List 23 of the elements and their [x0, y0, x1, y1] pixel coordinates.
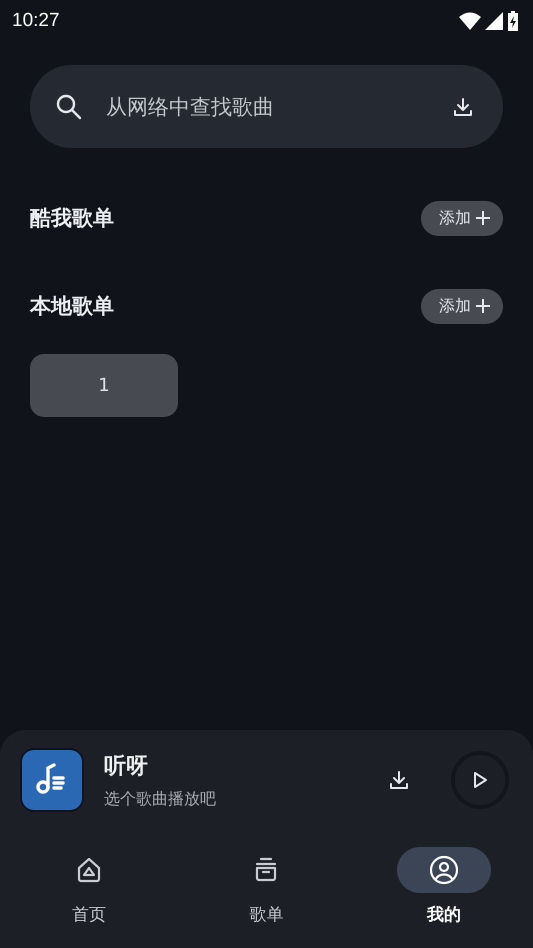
search-field[interactable]: 从网络中查找歌曲: [104, 94, 429, 120]
player-title: 听呀: [104, 752, 149, 780]
signal-icon: [485, 12, 503, 30]
player-subtitle: 选个歌曲播放吧: [104, 788, 217, 810]
nav-tab[interactable]: 歌单: [206, 846, 326, 927]
add-button[interactable]: 添加: [421, 200, 503, 236]
play-icon: [471, 771, 489, 789]
battery-charging-icon: [507, 11, 519, 31]
search-icon: [56, 94, 82, 120]
nav-tab[interactable]: 我的: [384, 846, 504, 927]
wifi-icon: [459, 12, 481, 30]
download-icon: [387, 768, 411, 792]
status-time: 10:27: [12, 10, 60, 32]
nav-tab[interactable]: 首页: [28, 846, 149, 927]
section-title: 酷我歌单: [30, 205, 114, 232]
plus-icon: [475, 210, 491, 226]
download-button[interactable]: [387, 768, 411, 792]
app-logo-icon: [20, 748, 84, 812]
add-button[interactable]: 添加: [421, 288, 503, 324]
section-title: 本地歌单: [30, 293, 114, 320]
playlist-card[interactable]: 1: [30, 354, 178, 417]
profile-icon: [429, 855, 460, 885]
plus-icon: [475, 298, 491, 314]
